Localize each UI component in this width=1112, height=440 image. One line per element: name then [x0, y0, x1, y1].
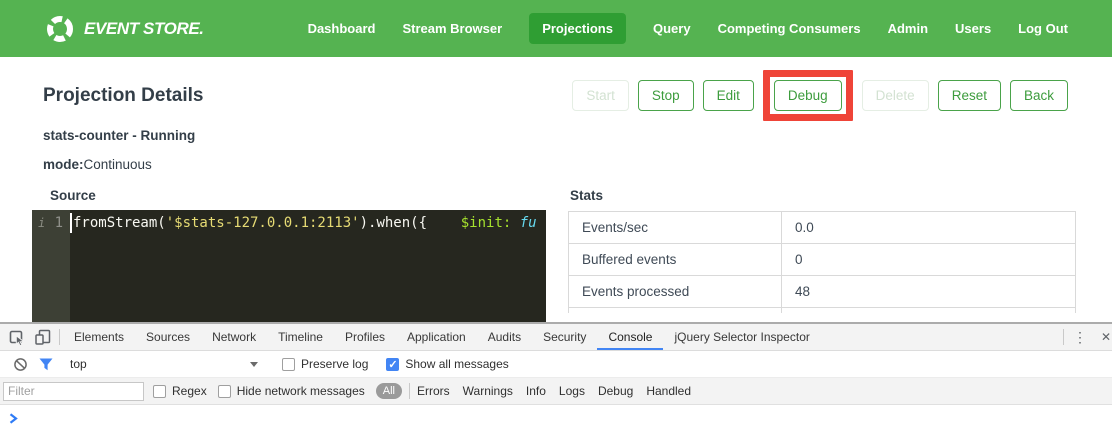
devtools-tabbar: Elements Sources Network Timeline Profil… — [0, 324, 1112, 351]
filter-level-handled[interactable]: Handled — [646, 384, 691, 398]
nav-admin[interactable]: Admin — [888, 21, 928, 36]
execution-context-selector[interactable]: top — [70, 357, 266, 371]
preserve-log-label: Preserve log — [301, 357, 368, 371]
hide-network-messages-checkbox[interactable] — [218, 385, 231, 398]
nav-log-out[interactable]: Log Out — [1018, 21, 1068, 36]
table-row: Events/sec 0.0 — [569, 212, 1076, 244]
tab-sources[interactable]: Sources — [135, 324, 201, 350]
nav-query[interactable]: Query — [653, 21, 691, 36]
regex-checkbox[interactable] — [153, 385, 166, 398]
preserve-log-checkbox[interactable] — [282, 358, 295, 371]
tab-jquery-selector-inspector[interactable]: jQuery Selector Inspector — [663, 324, 820, 350]
filter-level-warnings[interactable]: Warnings — [463, 384, 513, 398]
devtools-close-icon[interactable]: ✕ — [1093, 324, 1112, 350]
nav-dashboard[interactable]: Dashboard — [308, 21, 376, 36]
tab-profiles[interactable]: Profiles — [334, 324, 396, 350]
filter-level-logs[interactable]: Logs — [559, 384, 585, 398]
stat-value: 0 — [781, 244, 1075, 276]
action-buttons: Start Stop Edit Debug Delete Reset Back — [572, 70, 1068, 121]
nav-competing-consumers[interactable]: Competing Consumers — [718, 21, 861, 36]
filter-level-debug[interactable]: Debug — [598, 384, 633, 398]
stat-value: 48 — [781, 276, 1075, 308]
tab-application[interactable]: Application — [396, 324, 477, 350]
console-filter-bar: Regex Hide network messages All Errors W… — [0, 378, 1112, 405]
divider — [59, 329, 60, 345]
table-row: Events processed 48 — [569, 276, 1076, 308]
hide-network-messages-label: Hide network messages — [237, 384, 365, 398]
stat-name: Events/sec — [569, 212, 782, 244]
console-toolbar: top Preserve log Show all messages — [0, 351, 1112, 378]
code-line: fromStream('$stats-127.0.0.1:2113').when… — [73, 213, 537, 325]
inspect-element-icon[interactable] — [4, 324, 30, 350]
console-prompt-icon — [9, 413, 18, 424]
console-filter-icon[interactable] — [33, 351, 59, 377]
devtools-panel: Elements Sources Network Timeline Profil… — [0, 322, 1112, 440]
source-section: Source i 1 fromStream('$stats-127.0.0.1:… — [32, 188, 546, 325]
filter-input[interactable] — [3, 382, 144, 401]
main-content: Projection Details Start Stop Edit Debug… — [0, 70, 1112, 325]
nav-users[interactable]: Users — [955, 21, 991, 36]
tab-timeline[interactable]: Timeline — [267, 324, 334, 350]
divider — [1063, 329, 1064, 345]
brand[interactable]: EVENT STORE. — [45, 14, 204, 44]
show-all-messages-checkbox[interactable] — [386, 358, 399, 371]
tab-elements[interactable]: Elements — [63, 324, 135, 350]
line-number: 1 — [55, 213, 63, 233]
tab-audits[interactable]: Audits — [477, 324, 532, 350]
code-segment-keyword: fu — [511, 215, 536, 231]
show-all-messages-label: Show all messages — [405, 357, 508, 371]
stats-table: Events/sec 0.0 Buffered events 0 Events … — [568, 211, 1076, 313]
code-segment: fromStream( — [73, 215, 166, 231]
nav-stream-browser[interactable]: Stream Browser — [402, 21, 502, 36]
clear-console-icon[interactable] — [7, 351, 33, 377]
projection-status: stats-counter - Running — [43, 128, 1069, 143]
gutter-info-icon: i — [38, 213, 45, 233]
reset-button[interactable]: Reset — [938, 80, 1001, 111]
back-button[interactable]: Back — [1010, 80, 1068, 111]
filter-level-info[interactable]: Info — [526, 384, 546, 398]
edit-button[interactable]: Edit — [703, 80, 754, 111]
page-title: Projection Details — [43, 85, 204, 107]
debug-highlight-annotation: Debug — [763, 70, 853, 121]
editor-gutter: i 1 — [32, 210, 70, 325]
debug-button[interactable]: Debug — [774, 80, 842, 111]
editor-caret — [70, 213, 72, 233]
table-row: Buffered events 0 — [569, 244, 1076, 276]
tab-security[interactable]: Security — [532, 324, 597, 350]
stats-section: Stats Events/sec 0.0 Buffered events 0 E… — [568, 188, 1076, 325]
nav-projections[interactable]: Projections — [529, 13, 626, 44]
filter-all-badge[interactable]: All — [376, 383, 402, 399]
filter-level-errors[interactable]: Errors — [417, 384, 450, 398]
divider — [409, 383, 410, 399]
devtools-menu-icon[interactable]: ⋮ — [1067, 324, 1093, 350]
device-toolbar-icon[interactable] — [30, 324, 56, 350]
app-header: EVENT STORE. Dashboard Stream Browser Pr… — [0, 0, 1112, 57]
context-value: top — [70, 357, 87, 371]
delete-button[interactable]: Delete — [862, 80, 929, 111]
regex-label: Regex — [172, 384, 207, 398]
table-row-partial — [569, 308, 1076, 313]
code-segment-string: '$stats-127.0.0.1:2113' — [166, 215, 360, 231]
tab-network[interactable]: Network — [201, 324, 267, 350]
console-prompt[interactable] — [0, 405, 1112, 440]
stat-name: Events processed — [569, 276, 782, 308]
stat-name: Buffered events — [569, 244, 782, 276]
code-segment-property: $init: — [461, 215, 512, 231]
source-label: Source — [32, 188, 546, 204]
chevron-down-icon — [250, 362, 258, 367]
stats-label: Stats — [568, 188, 1076, 204]
projection-mode: mode:Continuous — [43, 157, 1069, 172]
source-code-editor[interactable]: i 1 fromStream('$stats-127.0.0.1:2113').… — [32, 210, 546, 325]
stat-value: 0.0 — [781, 212, 1075, 244]
tab-console[interactable]: Console — [597, 324, 663, 350]
main-nav: Dashboard Stream Browser Projections Que… — [308, 13, 1068, 44]
mode-label: mode: — [43, 157, 84, 172]
start-button[interactable]: Start — [572, 80, 629, 111]
brand-text: EVENT STORE. — [84, 19, 204, 39]
event-store-logo-icon — [45, 14, 75, 44]
code-segment: ).when({ — [360, 215, 461, 231]
stop-button[interactable]: Stop — [638, 80, 694, 111]
editor-code-area[interactable]: fromStream('$stats-127.0.0.1:2113').when… — [70, 210, 546, 325]
mode-value: Continuous — [84, 157, 152, 172]
